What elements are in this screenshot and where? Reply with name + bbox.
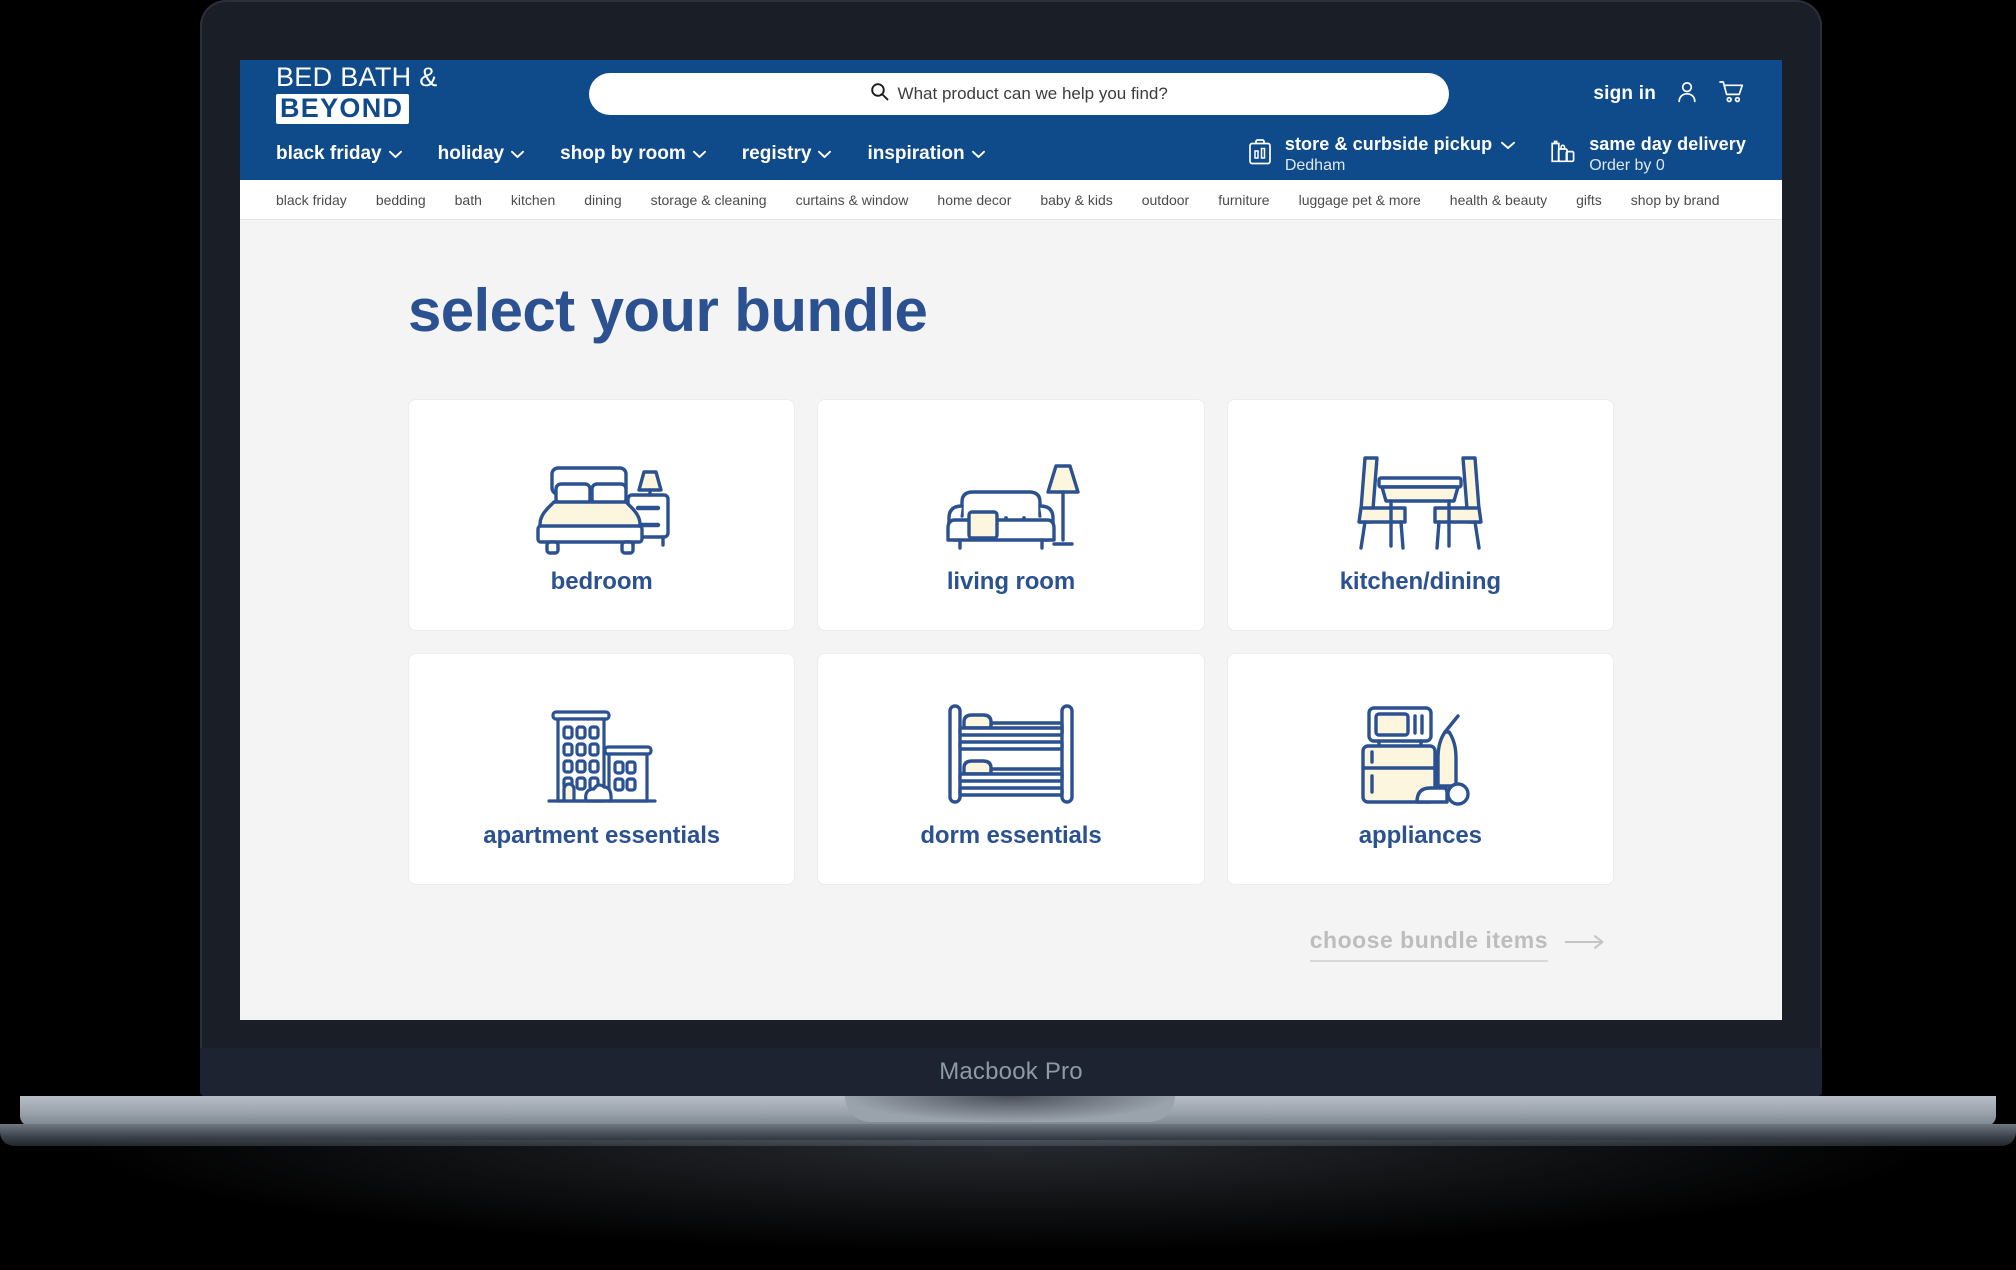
search-input[interactable]: What product can we help you find? — [588, 73, 1449, 115]
same-day-delivery-icon — [1549, 138, 1577, 171]
bed-bath-beyond-logo[interactable]: BED BATH & BEYOND — [276, 64, 444, 124]
primary-navigation: black friday holiday shop by room regist… — [240, 128, 1782, 180]
store-pickup-title: store & curbside pickup — [1284, 133, 1493, 154]
laptop-mockup: BED BATH & BEYOND What product can we he… — [0, 0, 2016, 1270]
nav-label: black friday — [276, 143, 382, 164]
nav-item-black-friday[interactable]: black friday — [276, 143, 402, 165]
nav-label: registry — [741, 143, 812, 164]
bundle-label: apartment essentials — [483, 822, 721, 849]
store-pickup-text: store & curbside pickup Dedham — [1284, 133, 1516, 175]
subnav-item-outdoor[interactable]: outdoor — [1142, 192, 1189, 208]
laptop-trackpad-notch — [845, 1096, 1175, 1122]
store-pickup-icon — [1247, 138, 1273, 171]
subnav-item-bath[interactable]: bath — [455, 192, 482, 208]
same-day-delivery-title: same day delivery — [1589, 133, 1746, 154]
subnav-item-health-beauty[interactable]: health & beauty — [1450, 192, 1547, 208]
subnav-item-bedding[interactable]: bedding — [376, 192, 426, 208]
store-pickup-location: Dedham — [1284, 156, 1346, 174]
logo-line-2: BEYOND — [276, 94, 410, 124]
arrow-right-icon — [1564, 934, 1606, 955]
subnav-item-gifts[interactable]: gifts — [1576, 192, 1602, 208]
bundle-label: bedroom — [550, 568, 653, 595]
subnav-item-black-friday[interactable]: black friday — [276, 192, 347, 208]
nav-label: shop by room — [560, 143, 686, 164]
sign-in-button[interactable]: sign in — [1593, 83, 1656, 105]
nav-item-registry[interactable]: registry — [742, 143, 832, 165]
chevron-down-icon — [388, 143, 402, 165]
header-top-row: BED BATH & BEYOND What product can we he… — [240, 60, 1782, 128]
chevron-down-icon — [511, 143, 525, 165]
search-icon — [870, 82, 889, 106]
store-pickup-title-row: store & curbside pickup — [1284, 133, 1516, 155]
bundle-label: kitchen/dining — [1339, 568, 1501, 595]
device-model-label: Macbook Pro — [939, 1058, 1083, 1085]
chevron-down-icon — [1501, 134, 1516, 155]
bundle-card-grid: bedroom living room kitchen/dining apart… — [408, 399, 1614, 885]
nav-item-inspiration[interactable]: inspiration — [867, 143, 985, 165]
bunk-bed-icon — [936, 688, 1086, 818]
apartment-buildings-icon — [527, 688, 677, 818]
appliances-icon — [1345, 688, 1495, 818]
choose-bundle-items-button[interactable]: choose bundle items — [1309, 927, 1606, 962]
content-container: select your bundle bedroom living room k… — [408, 276, 1614, 962]
nav-label: inspiration — [867, 143, 965, 164]
subnav-item-shop-by-brand[interactable]: shop by brand — [1631, 192, 1720, 208]
subnav-item-furniture[interactable]: furniture — [1218, 192, 1269, 208]
cart-icon[interactable] — [1718, 79, 1746, 110]
store-pickup-selector[interactable]: store & curbside pickup Dedham — [1247, 133, 1516, 175]
bundle-label: dorm essentials — [920, 822, 1102, 849]
chevron-down-icon — [692, 143, 706, 165]
bundle-card-kitchen-dining[interactable]: kitchen/dining — [1226, 399, 1614, 631]
same-day-delivery-info[interactable]: same day delivery Order by 0 — [1549, 134, 1746, 175]
browser-viewport: BED BATH & BEYOND What product can we he… — [240, 60, 1782, 1020]
same-day-delivery-text: same day delivery Order by 0 — [1589, 134, 1746, 175]
laptop-shadow-glow — [90, 1140, 1930, 1250]
laptop-base-front — [0, 1124, 2016, 1146]
cta-label: choose bundle items — [1309, 927, 1548, 962]
cta-row: choose bundle items — [408, 927, 1614, 962]
bundle-card-dorm-essentials[interactable]: dorm essentials — [817, 653, 1205, 885]
category-subnav: black friday bedding bath kitchen dining… — [240, 180, 1782, 220]
user-icon[interactable] — [1674, 79, 1700, 110]
bundle-card-apartment-essentials[interactable]: apartment essentials — [408, 653, 796, 885]
nav-label: holiday — [437, 143, 505, 164]
nav-item-shop-by-room[interactable]: shop by room — [560, 143, 706, 165]
chevron-down-icon — [971, 143, 985, 165]
bed-icon — [527, 434, 677, 564]
chevron-down-icon — [818, 143, 832, 165]
search-container: What product can we help you find? — [470, 73, 1567, 115]
bundle-card-bedroom[interactable]: bedroom — [408, 399, 796, 631]
subnav-item-home-decor[interactable]: home decor — [937, 192, 1011, 208]
subnav-item-storage-cleaning[interactable]: storage & cleaning — [651, 192, 767, 208]
subnav-item-luggage-pet-more[interactable]: luggage pet & more — [1299, 192, 1421, 208]
same-day-delivery-cutoff: Order by 0 — [1589, 156, 1665, 174]
subnav-item-kitchen[interactable]: kitchen — [511, 192, 555, 208]
header-actions: sign in — [1593, 79, 1746, 110]
subnav-item-curtains-window[interactable]: curtains & window — [796, 192, 909, 208]
page-title: select your bundle — [408, 277, 928, 344]
same-day-delivery-title-row: same day delivery — [1589, 134, 1746, 155]
subnav-item-dining[interactable]: dining — [584, 192, 621, 208]
bundle-card-appliances[interactable]: appliances — [1226, 653, 1614, 885]
laptop-chin: Macbook Pro — [200, 1048, 1822, 1096]
subnav-item-baby-kids[interactable]: baby & kids — [1040, 192, 1112, 208]
bundle-label: appliances — [1358, 822, 1482, 849]
nav-item-holiday[interactable]: holiday — [438, 143, 525, 165]
bundle-label: living room — [946, 568, 1076, 595]
page-body: select your bundle bedroom living room k… — [240, 220, 1782, 1020]
search-placeholder-text: What product can we help you find? — [897, 84, 1168, 103]
logo-line-1: BED BATH & — [276, 62, 438, 92]
dining-table-icon — [1345, 434, 1495, 564]
bundle-card-living-room[interactable]: living room — [817, 399, 1205, 631]
site-header: BED BATH & BEYOND What product can we he… — [240, 60, 1782, 220]
sofa-lamp-icon — [936, 434, 1086, 564]
